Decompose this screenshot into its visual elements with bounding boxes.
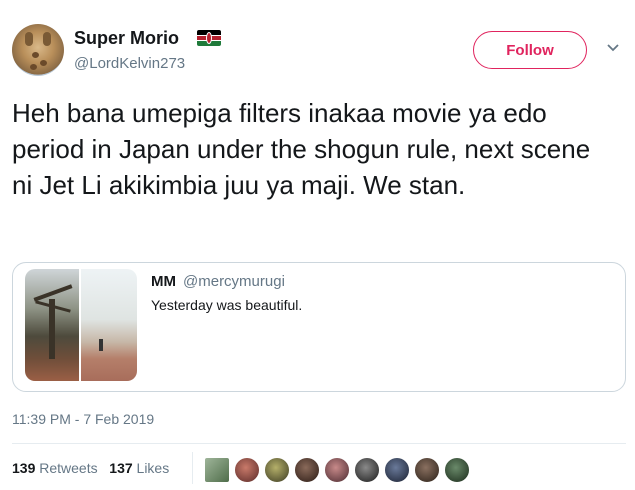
avatar-detail [40,60,47,66]
author-avatar[interactable] [12,24,64,76]
author-name[interactable]: Super Morio [74,28,179,49]
quoted-tweet-image[interactable] [81,269,137,381]
liker-avatar[interactable] [444,457,470,483]
liker-avatar[interactable] [204,457,230,483]
quoted-tweet-text: Yesterday was beautiful. [151,297,303,313]
chevron-down-icon[interactable] [606,41,620,55]
quoted-author-name: MM [151,273,176,290]
liker-avatar[interactable] [354,457,380,483]
tweet-timestamp[interactable]: 11:39 PM - 7 Feb 2019 [12,411,154,427]
tweet-text: Heh bana umepiga filters inakaa movie ya… [12,98,591,200]
liker-avatar[interactable] [234,457,260,483]
liker-avatar[interactable] [264,457,290,483]
kenya-flag-icon [197,30,221,46]
liker-avatar[interactable] [294,457,320,483]
quoted-tweet-image[interactable] [25,269,79,381]
likes-label[interactable]: Likes [137,460,170,476]
follow-button[interactable]: Follow [473,31,587,69]
avatar-detail [30,64,37,70]
avatar-detail [32,52,39,58]
liker-avatar[interactable] [324,457,350,483]
author-handle[interactable]: @LordKelvin273 [74,55,185,72]
engagement-stats: 139 Retweets 137 Likes [12,460,169,476]
likes-count[interactable]: 137 [109,460,132,476]
divider [192,452,193,484]
image-detail [99,339,103,351]
retweets-count[interactable]: 139 [12,460,35,476]
liker-avatar[interactable] [414,457,440,483]
liker-avatar[interactable] [384,457,410,483]
quoted-author-handle: @mercymurugi [183,273,285,290]
retweets-label[interactable]: Retweets [39,460,97,476]
quoted-tweet[interactable]: MM @mercymurugi Yesterday was beautiful. [12,262,626,392]
divider [12,443,626,444]
avatar-detail [25,32,33,46]
avatar-detail [43,32,51,46]
